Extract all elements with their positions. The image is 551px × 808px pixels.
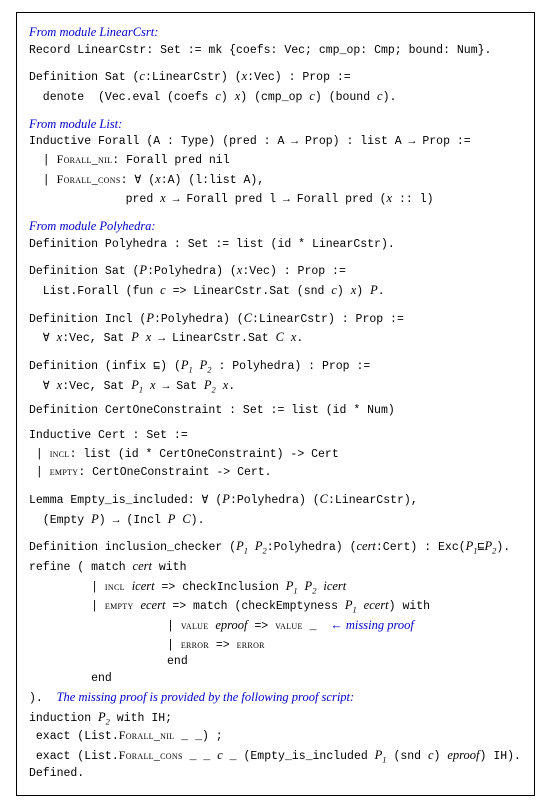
code-line: Defined. [29, 766, 522, 783]
constructor: empty [50, 464, 79, 478]
code-line: | incl: list (id * CertOneConstraint) ->… [29, 445, 522, 464]
code-line: Inductive Forall (A : Type) (pred : A → … [29, 134, 522, 151]
constructor: error [237, 637, 265, 651]
comment-missing-proof: ← missing proof [330, 618, 414, 632]
code-line: | value eproof => value _ ← missing proo… [29, 616, 522, 636]
constructor: empty [105, 598, 134, 612]
code-line: end [29, 671, 522, 688]
comment-text: From module Polyhedra: [29, 219, 156, 233]
code-line: | error => error [29, 636, 522, 655]
code-line: Inductive Cert : Set := [29, 428, 522, 445]
code-line: Definition Polyhedra : Set := list (id *… [29, 237, 522, 254]
code-line: exact (List.Forall_nil _ _) ; [29, 727, 522, 746]
section-title-3: From module Polyhedra: [29, 217, 522, 237]
constructor: value [181, 618, 209, 632]
code-line: | empty ecert => match (checkEmptyness P… [29, 596, 522, 616]
comment-text: From module List: [29, 117, 122, 131]
code-line: (Empty P) → (Incl P C). [29, 510, 522, 530]
code-line: ). The missing proof is provided by the … [29, 688, 522, 708]
code-line: ∀ x:Vec, Sat P x → LinearCstr.Sat C x. [29, 328, 522, 348]
code-line: Definition Sat (c:LinearCstr) (x:Vec) : … [29, 67, 522, 87]
code-line: Definition CertOneConstraint : Set := li… [29, 403, 522, 420]
code-line: | Forall_nil: Forall pred nil [29, 151, 522, 170]
constructor: incl [105, 579, 125, 593]
constructor: Forall_cons [119, 748, 183, 762]
code-line: | Forall_cons: ∀ (x:A) (l:list A), [29, 170, 522, 190]
code-line: | incl icert => checkInclusion P1 P2 ice… [29, 577, 522, 597]
code-line: Definition (infix ⊑) (P1 P2 : Polyhedra)… [29, 356, 522, 376]
constructor: incl [50, 446, 70, 460]
code-frame: From module LinearCsrt: Record LinearCst… [16, 12, 535, 796]
code-line: end [29, 654, 522, 671]
section-title-1: From module LinearCsrt: [29, 23, 522, 43]
comment-proof-script: The missing proof is provided by the fol… [57, 690, 355, 704]
code-line: Definition Incl (P:Polyhedra) (C:LinearC… [29, 309, 522, 329]
constructor: Forall_nil [119, 728, 175, 742]
code-line: refine ( match cert with [29, 557, 522, 577]
comment-text: From module LinearCsrt: [29, 25, 158, 39]
code-line: Definition Sat (P:Polyhedra) (x:Vec) : P… [29, 261, 522, 281]
code-line: exact (List.Forall_cons _ _ c _ (Empty_i… [29, 746, 522, 766]
code-line: List.Forall (fun c => LinearCstr.Sat (sn… [29, 281, 522, 301]
constructor: value [275, 618, 303, 632]
section-title-2: From module List: [29, 115, 522, 135]
code-line: Definition inclusion_checker (P1 P2:Poly… [29, 537, 522, 557]
page: From module LinearCsrt: Record LinearCst… [0, 0, 551, 808]
constructor: error [181, 637, 209, 651]
constructor: Forall_cons [57, 172, 121, 186]
code-line: Lemma Empty_is_included: ∀ (P:Polyhedra)… [29, 490, 522, 510]
constructor: Forall_nil [57, 152, 113, 166]
code-line: Record LinearCstr: Set := mk {coefs: Vec… [29, 43, 522, 60]
code-line: induction P2 with IH; [29, 708, 522, 728]
code-line: pred x → Forall pred l → Forall pred (x … [29, 189, 522, 209]
code-line: ∀ x:Vec, Sat P1 x → Sat P2 x. [29, 376, 522, 396]
code-line: denote (Vec.eval (coefs c) x) (cmp_op c)… [29, 87, 522, 107]
code-line: | empty: CertOneConstraint -> Cert. [29, 463, 522, 482]
